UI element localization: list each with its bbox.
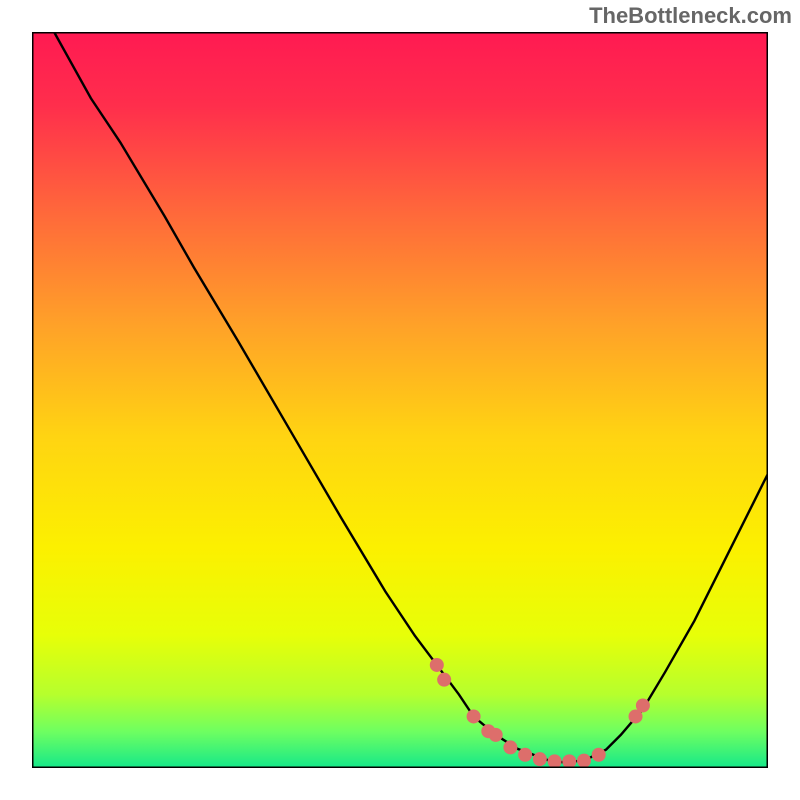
data-marker [548,754,562,768]
data-marker [636,698,650,712]
data-marker [562,754,576,768]
gradient-background [32,32,768,768]
data-marker [489,728,503,742]
data-marker [592,748,606,762]
watermark-text: TheBottleneck.com [589,3,792,29]
data-marker [437,673,451,687]
chart-svg [32,32,768,768]
data-marker [467,709,481,723]
data-marker [533,752,547,766]
data-marker [577,754,591,768]
data-marker [518,748,532,762]
data-marker [430,658,444,672]
data-marker [503,740,517,754]
chart-container: TheBottleneck.com [0,0,800,800]
